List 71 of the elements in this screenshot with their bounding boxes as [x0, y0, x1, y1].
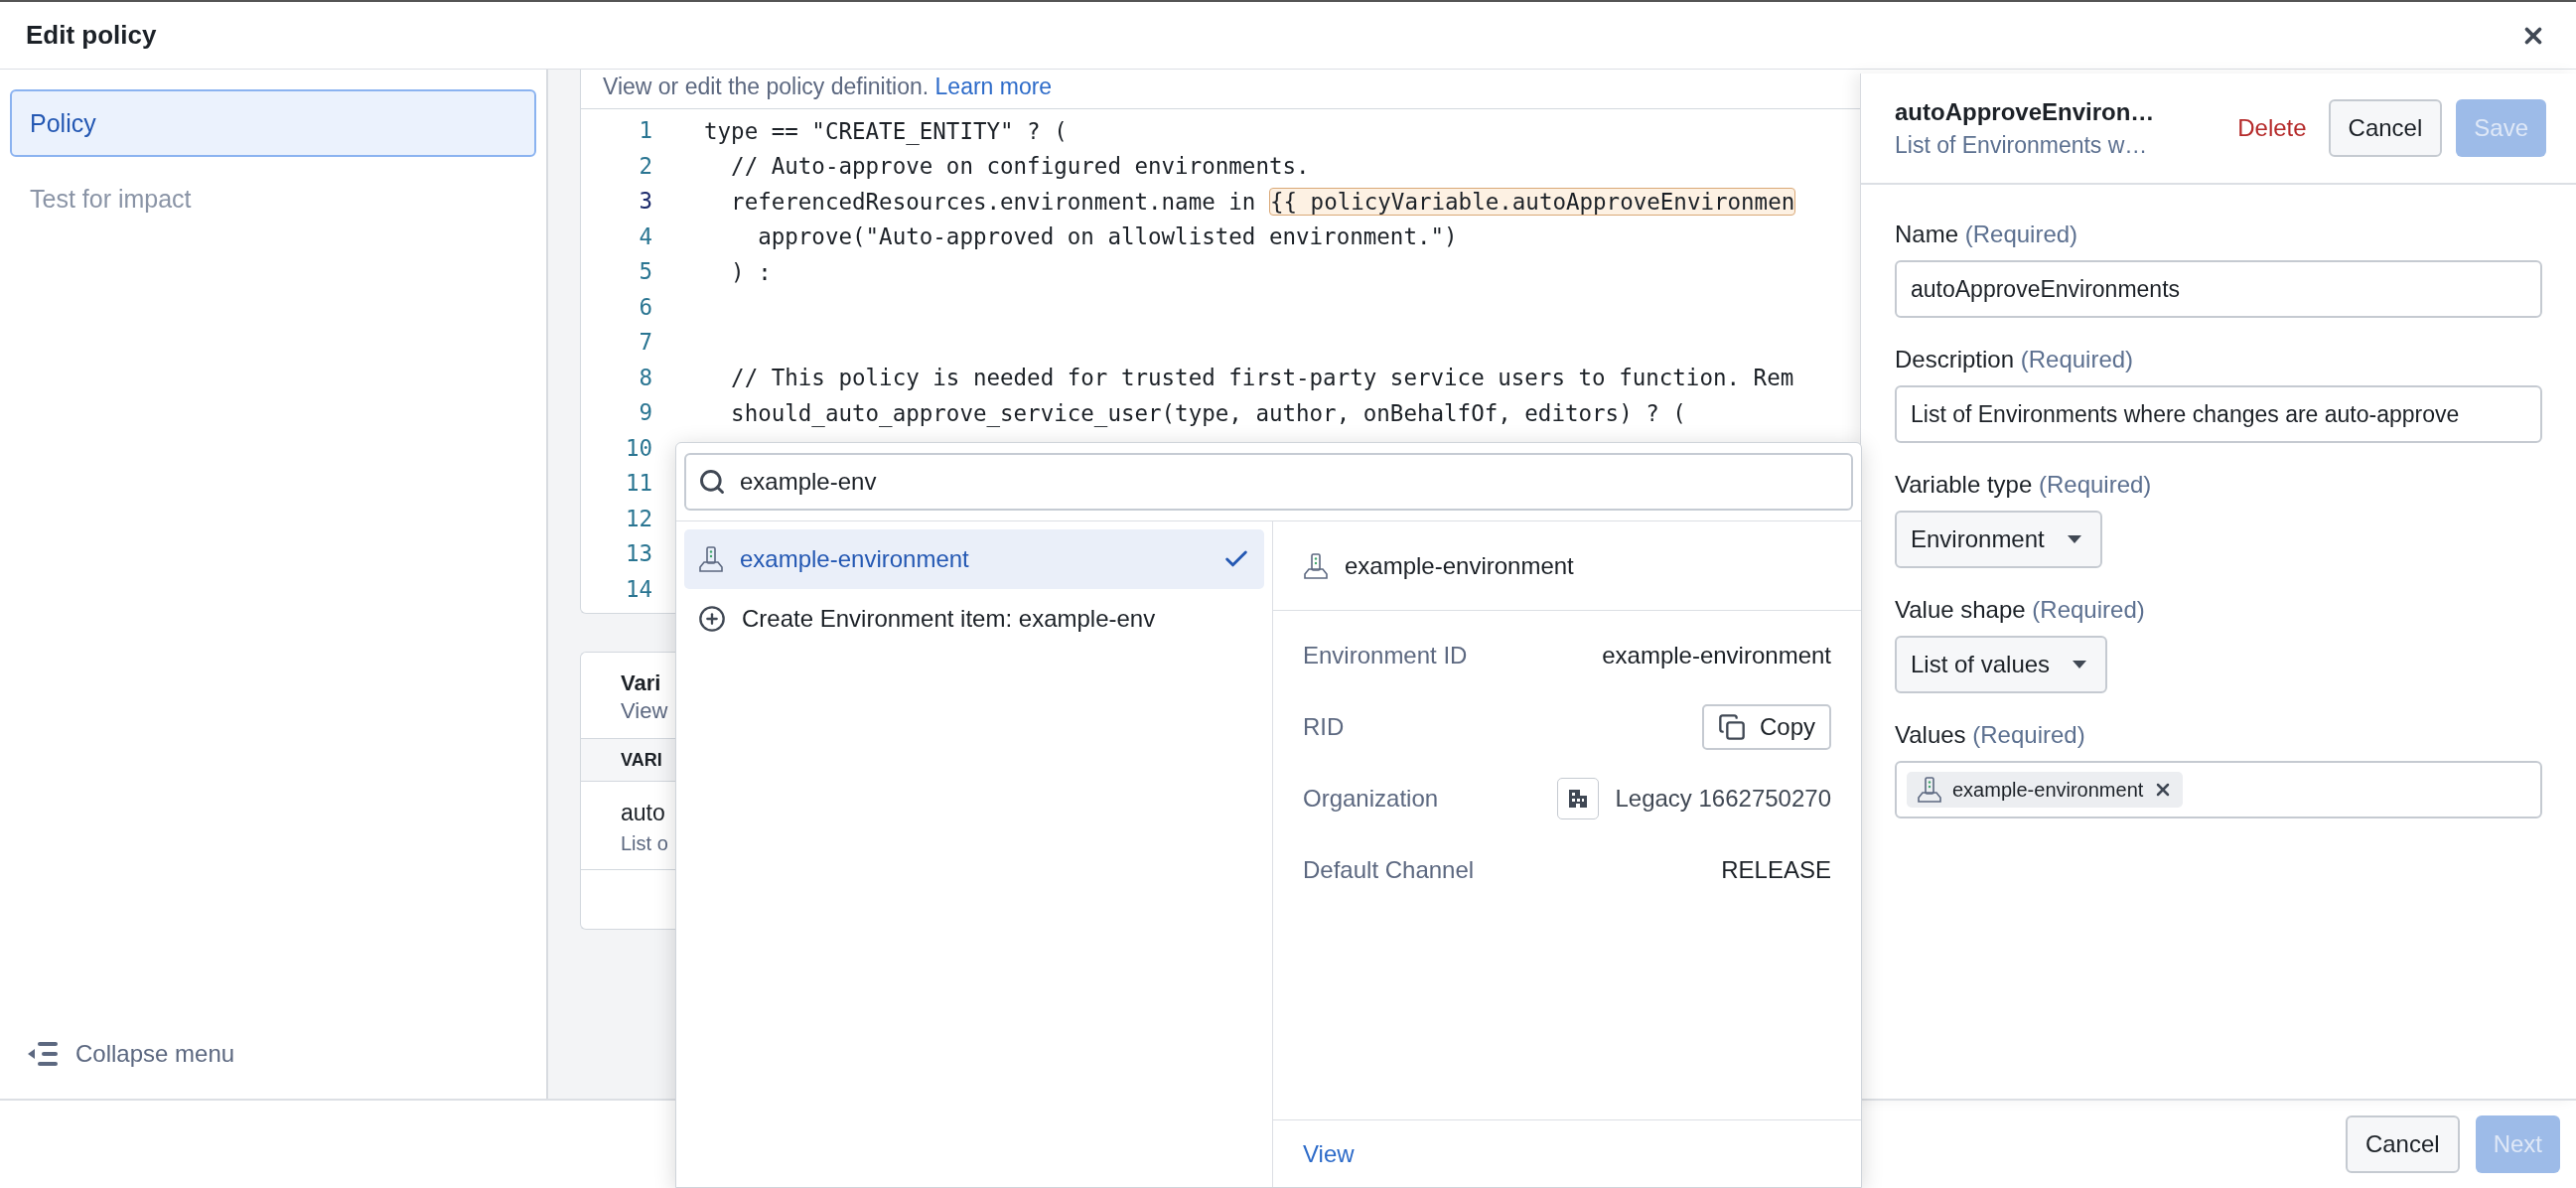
detail-label: Environment ID: [1303, 642, 1468, 669]
tag-label: example-environment: [1952, 778, 2144, 802]
detail-title: example-environment: [1345, 551, 1574, 580]
caret-icon: [2072, 660, 2088, 669]
add-icon: [698, 605, 726, 633]
line-number: 2: [639, 151, 652, 181]
line-number: 13: [625, 539, 652, 568]
detail-value: Legacy 1662750270: [1615, 785, 1831, 813]
line-number: 9: [639, 398, 652, 427]
card-title: Vari: [621, 670, 662, 696]
dialog-title: Edit policy: [26, 20, 157, 51]
detail-label: RID: [1303, 713, 1345, 741]
environment-icon: [1917, 776, 1942, 804]
code-line: referencedResources.environment.name in: [730, 188, 1257, 215]
environment-icon: [1303, 551, 1329, 580]
tag-input-field[interactable]: example-environment: [1895, 761, 2542, 818]
detail-value: example-environment: [1602, 642, 1831, 669]
sidebar-item[interactable]: Policy: [10, 89, 536, 157]
environment-icon: [698, 545, 724, 573]
view-link[interactable]: View: [1303, 1139, 1355, 1168]
line-number: 4: [639, 222, 652, 251]
select-dropdown[interactable]: List of values: [1895, 636, 2108, 693]
copy-icon: [1717, 713, 1746, 741]
line-number: 11: [625, 469, 652, 498]
delete-button[interactable]: Delete: [2229, 99, 2315, 157]
code-line: // Auto-approve on configured environments.: [730, 153, 1310, 180]
text-field[interactable]: autoApproveEnvironments: [1895, 260, 2542, 318]
select-dropdown[interactable]: Environment: [1895, 511, 2102, 568]
line-number: 6: [639, 292, 652, 322]
code-line: // This policy is needed for trusted first-party service users to function. Rem: [730, 365, 1794, 391]
code-line: ) :: [730, 258, 772, 285]
field-label: Description (Required): [1895, 346, 2135, 373]
learn-more-link[interactable]: Learn more: [934, 74, 1053, 99]
table-cell: auto: [621, 800, 665, 826]
field-label: Variable type (Required): [1895, 471, 2153, 499]
line-number: 12: [625, 504, 652, 533]
detail-label: Default Channel: [1303, 856, 1475, 884]
collapse-menu-icon: [26, 1039, 60, 1069]
line-number: 14: [625, 574, 652, 604]
text-field[interactable]: List of Environments where changes are auto-approve: [1895, 385, 2542, 443]
building-icon: [1567, 788, 1590, 810]
line-number: 8: [639, 363, 652, 392]
cancel-button[interactable]: Cancel: [2345, 1115, 2460, 1173]
variable-token: {{ policyVariable.autoApproveEnvironmen: [1268, 187, 1796, 216]
copy-button[interactable]: Copy: [1701, 704, 1831, 750]
table-cell: List o: [621, 832, 668, 855]
panel-title: autoApproveEnviron…: [1895, 97, 2156, 126]
line-number: 5: [639, 257, 652, 286]
search-icon: [698, 468, 726, 496]
line-number: 3: [639, 187, 652, 216]
code-line: approve("Auto-approved on allowlisted environment."): [757, 223, 1458, 250]
code-line: type == "CREATE_ENTITY" ? (: [704, 117, 1068, 144]
caret-icon: [2066, 534, 2082, 544]
search-field[interactable]: example-env: [684, 453, 1853, 511]
field-label: Name (Required): [1895, 221, 2079, 248]
cancel-button[interactable]: Cancel: [2328, 99, 2443, 157]
field-label: Values (Required): [1895, 721, 2086, 749]
column-header: VARI: [621, 749, 662, 771]
panel-subtitle: List of Environments w…: [1895, 131, 2149, 159]
result-item[interactable]: Create Environment item: example-env: [684, 589, 1264, 649]
collapse-menu-button[interactable]: Collapse menu: [10, 1039, 536, 1069]
field-label: Value shape (Required): [1895, 596, 2146, 624]
result-item[interactable]: example-environment: [684, 529, 1264, 589]
line-number: 10: [625, 433, 652, 463]
detail-label: Organization: [1303, 785, 1439, 813]
line-number: 1: [639, 116, 652, 145]
card-subtitle: View: [621, 698, 669, 724]
editor-hint: View or edit the policy definition. Learn more: [602, 73, 1054, 101]
detail-value: RELEASE: [1721, 856, 1831, 884]
line-number: 7: [639, 328, 652, 357]
code-line: should_auto_approve_service_user(type, author, onBehalfOf, editors) ? (: [730, 399, 1686, 426]
